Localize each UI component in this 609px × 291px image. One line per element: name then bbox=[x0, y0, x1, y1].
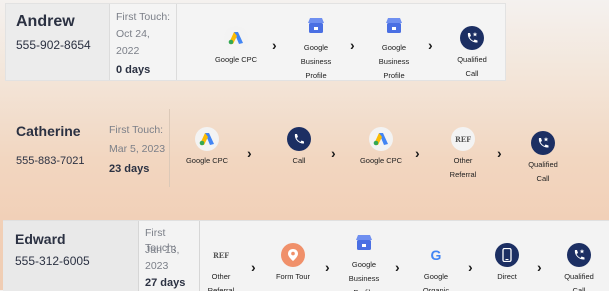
first-touch-info: First Touch: Oct 24, 2022 0 days bbox=[110, 4, 177, 80]
step-label: Google CPC bbox=[214, 55, 258, 64]
google-business-profile-icon bbox=[382, 14, 406, 38]
first-touch-year: 2022 bbox=[116, 45, 140, 57]
chevron-right-icon: › bbox=[415, 145, 420, 161]
lead-identity: Andrew 555-902-8654 bbox=[6, 4, 110, 80]
chevron-right-icon: › bbox=[395, 259, 400, 275]
journey-step: REF Other Referral bbox=[433, 127, 493, 182]
lead-identity: Catherine 555-883-7021 bbox=[8, 109, 103, 187]
lead-identity: Edward 555-312-6005 bbox=[3, 221, 139, 291]
first-touch-date: Oct 24, bbox=[116, 28, 150, 40]
journey-step: G Google Organic bbox=[406, 243, 466, 291]
journey-step: Google Business Profile bbox=[334, 231, 394, 291]
chevron-right-icon: › bbox=[251, 259, 256, 275]
form-tour-pin-icon bbox=[281, 243, 305, 267]
google-ads-icon bbox=[369, 127, 393, 151]
qualified-call-icon bbox=[460, 26, 484, 50]
lead-card-catherine[interactable]: Catherine 555-883-7021 First Touch: Mar … bbox=[8, 109, 568, 187]
chevron-right-icon: › bbox=[325, 259, 330, 275]
journey-step: REF Other Referral bbox=[191, 243, 251, 291]
journey-step: Google Business Profile bbox=[286, 14, 346, 80]
first-touch-label: First Touch: bbox=[116, 11, 171, 23]
ref-icon-text: REF bbox=[212, 250, 230, 260]
journey-step: Google Business Profile bbox=[364, 14, 424, 80]
chevron-right-icon: › bbox=[272, 37, 277, 53]
ref-icon: REF bbox=[451, 127, 475, 151]
lead-name: Catherine bbox=[16, 123, 81, 139]
lead-phone: 555-902-8654 bbox=[16, 38, 91, 52]
lead-card-andrew[interactable]: Andrew 555-902-8654 First Touch: Oct 24,… bbox=[5, 3, 506, 81]
chevron-right-icon: › bbox=[428, 37, 433, 53]
step-label: Qualified Call bbox=[564, 272, 594, 291]
first-touch-year: 2023 bbox=[145, 260, 169, 272]
direct-device-icon bbox=[495, 243, 519, 267]
step-label: Google Business Profile bbox=[300, 43, 332, 80]
chevron-right-icon: › bbox=[350, 37, 355, 53]
chevron-right-icon: › bbox=[468, 259, 473, 275]
step-label: Google CPC bbox=[359, 156, 403, 165]
journey-step: Google CPC bbox=[177, 127, 237, 168]
lead-journey: Google CPC › Call › Google CPC › REF Oth… bbox=[171, 109, 566, 187]
step-label: Google Business Profile bbox=[348, 260, 380, 291]
journey-step: Qualified Call bbox=[513, 131, 568, 186]
step-label: Other Referral bbox=[207, 272, 235, 291]
chevron-right-icon: › bbox=[497, 145, 502, 161]
google-business-profile-icon bbox=[352, 231, 376, 255]
first-touch-date: Jan 13, bbox=[145, 244, 180, 256]
first-touch-date: Mar 5, 2023 bbox=[109, 143, 166, 155]
journey-step: Form Tour bbox=[263, 243, 323, 284]
phone-icon bbox=[287, 127, 311, 151]
chevron-right-icon: › bbox=[247, 145, 252, 161]
days-to-convert: 0 days bbox=[116, 64, 151, 76]
days-to-convert: 27 days bbox=[145, 277, 186, 289]
step-label: Call bbox=[292, 156, 306, 165]
ref-icon-text: REF bbox=[454, 134, 472, 144]
qualified-call-icon bbox=[567, 243, 591, 267]
step-label: Form Tour bbox=[275, 272, 311, 281]
step-label: Direct bbox=[497, 272, 517, 281]
google-ads-icon bbox=[224, 26, 248, 50]
journey-step: Google CPC bbox=[206, 26, 266, 67]
lead-name: Edward bbox=[15, 231, 66, 247]
google-g-icon: G bbox=[424, 243, 448, 267]
journey-step: Qualified Call bbox=[549, 243, 609, 291]
journey-step: Qualified Call bbox=[442, 26, 502, 80]
google-business-profile-icon bbox=[304, 14, 328, 38]
journey-step: Google CPC bbox=[351, 127, 411, 168]
lead-journey: REF Other Referral › Form Tour › Google … bbox=[200, 221, 609, 291]
step-label: Other Referral bbox=[449, 156, 477, 179]
step-label: Google CPC bbox=[185, 156, 229, 165]
step-label: Google Organic bbox=[422, 272, 450, 291]
google-ads-icon bbox=[195, 127, 219, 151]
first-touch-label: First Touch: bbox=[109, 124, 164, 136]
lead-journey: Google CPC › Google Business Profile › G… bbox=[178, 4, 504, 80]
chevron-right-icon: › bbox=[331, 145, 336, 161]
lead-phone: 555-312-6005 bbox=[15, 254, 90, 268]
days-to-convert: 23 days bbox=[109, 163, 150, 175]
first-touch-info: First Touch: Mar 5, 2023 23 days bbox=[103, 109, 170, 187]
step-label: Google Business Profile bbox=[378, 43, 410, 80]
ref-icon: REF bbox=[209, 243, 233, 267]
step-label: Qualified Call bbox=[457, 55, 487, 78]
journey-step: Call bbox=[269, 127, 329, 168]
lead-phone: 555-883-7021 bbox=[16, 155, 85, 167]
step-label: Qualified Call bbox=[528, 160, 558, 183]
journey-step: Direct bbox=[477, 243, 537, 284]
lead-name: Andrew bbox=[16, 13, 75, 30]
lead-card-edward[interactable]: Edward 555-312-6005 First Touch: Jan 13,… bbox=[3, 220, 609, 291]
chevron-right-icon: › bbox=[537, 259, 542, 275]
qualified-call-icon bbox=[531, 131, 555, 155]
